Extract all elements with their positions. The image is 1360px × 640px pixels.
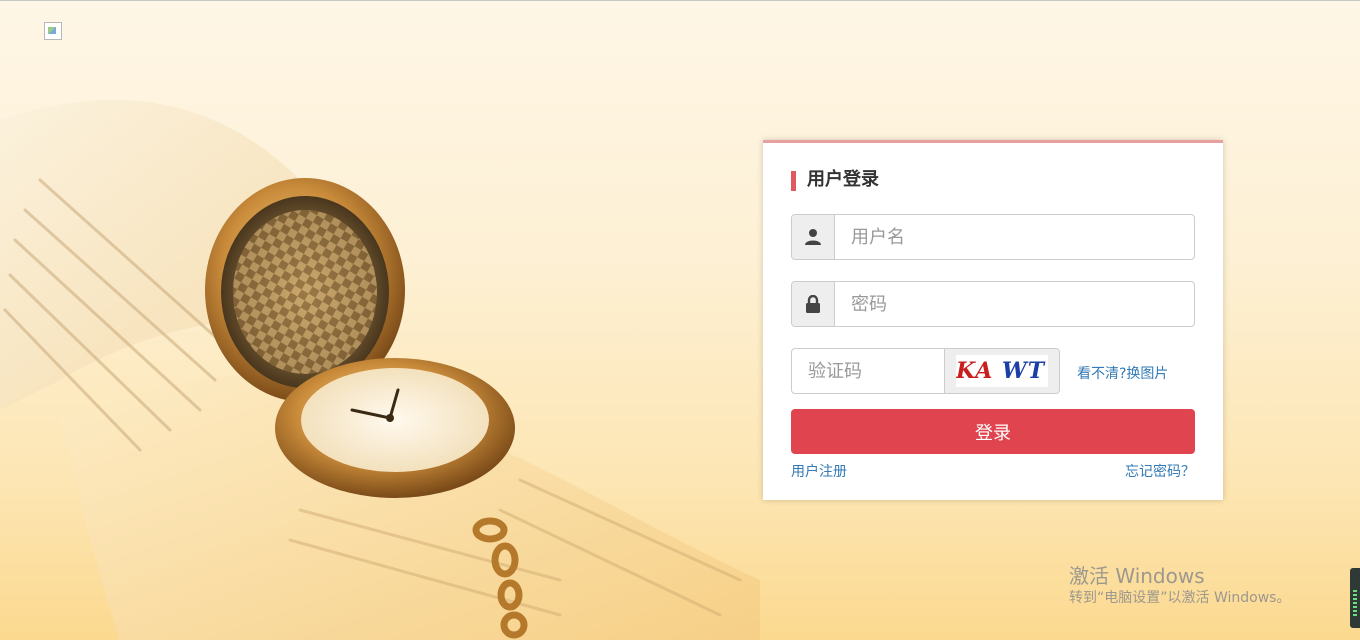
password-field-group bbox=[791, 281, 1195, 327]
captcha-field-group bbox=[791, 348, 945, 394]
login-panel: 用户登录 KA WT 看不清?换图片 登录 用户注册 忘记密码？ bbox=[763, 140, 1223, 500]
hero-illustration bbox=[0, 100, 760, 640]
user-icon bbox=[792, 215, 835, 259]
broken-image-icon bbox=[44, 22, 62, 40]
activation-watermark-subtitle: 转到“电脑设置”以激活 Windows。 bbox=[1069, 590, 1291, 606]
lock-icon bbox=[792, 282, 835, 326]
captcha-input[interactable] bbox=[792, 349, 945, 393]
username-input[interactable] bbox=[835, 215, 1194, 259]
top-divider bbox=[0, 0, 1360, 1]
captcha-image[interactable]: KA WT bbox=[944, 348, 1060, 394]
username-field-group bbox=[791, 214, 1195, 260]
login-button[interactable]: 登录 bbox=[791, 409, 1195, 454]
captcha-text-b: WT bbox=[1001, 358, 1046, 384]
side-panel-handle[interactable] bbox=[1350, 568, 1360, 628]
register-link[interactable]: 用户注册 bbox=[791, 461, 847, 481]
forgot-password-link[interactable]: 忘记密码？ bbox=[1125, 461, 1195, 481]
password-input[interactable] bbox=[835, 282, 1194, 326]
captcha-text-a: KA bbox=[956, 358, 994, 384]
login-title: 用户登录 bbox=[791, 171, 879, 191]
refresh-captcha-link[interactable]: 看不清?换图片 bbox=[1077, 363, 1168, 383]
activation-watermark-title: 激活 Windows bbox=[1069, 564, 1205, 588]
